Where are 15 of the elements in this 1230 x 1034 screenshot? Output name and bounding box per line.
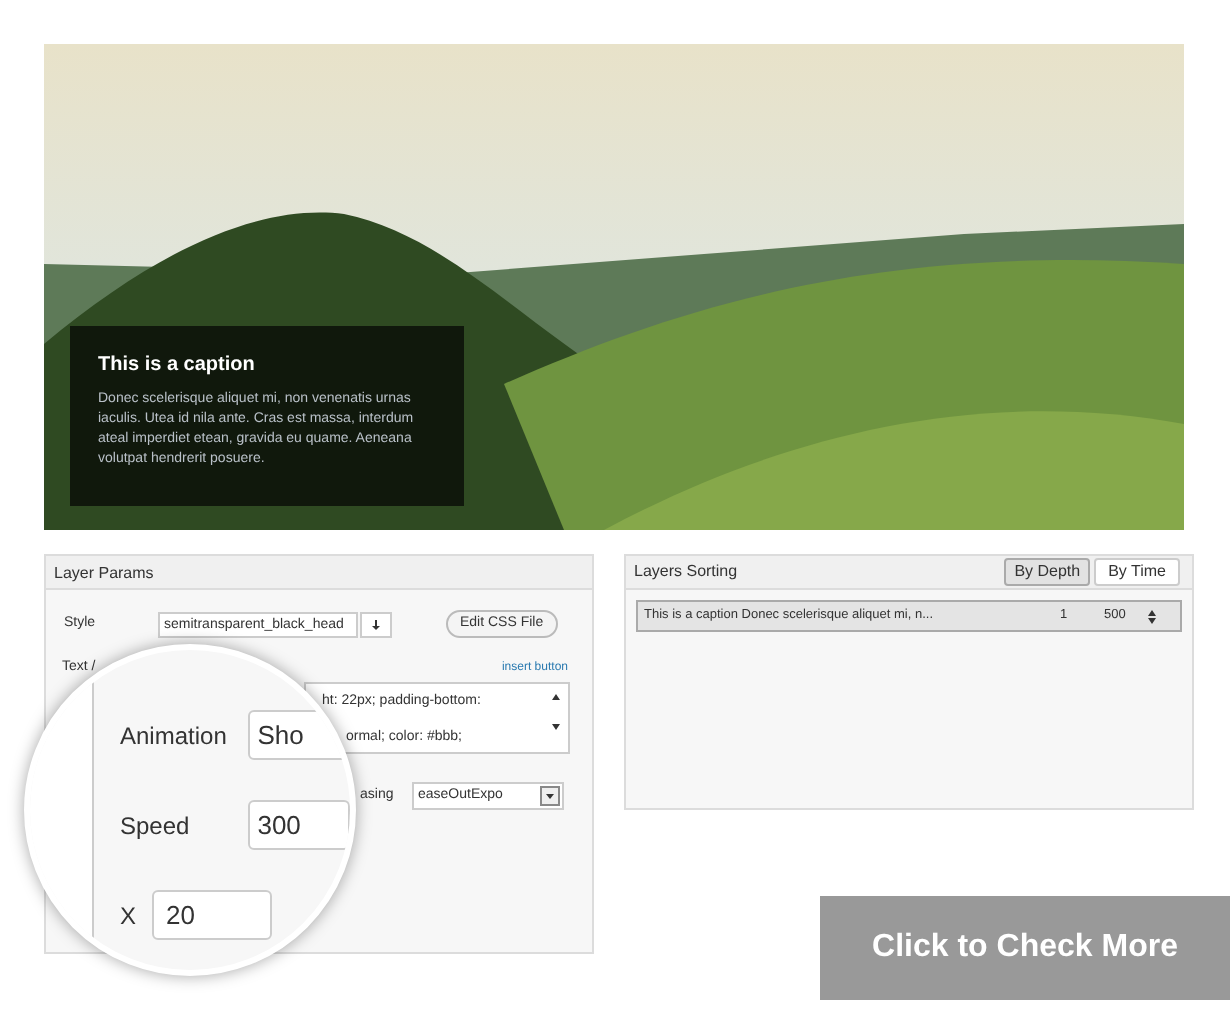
input-field[interactable]: 20: [152, 890, 272, 940]
sort-arrows-icon: [1148, 609, 1156, 623]
field-label: X: [120, 899, 139, 933]
panel-title: Layers Sorting: [634, 560, 738, 584]
field-label: Speed: [120, 809, 192, 843]
input-field[interactable]: 300: [247, 800, 350, 850]
scroll-arrows-icon: [552, 694, 560, 730]
sort-tab[interactable]: By Depth: [1004, 558, 1091, 586]
field-label: Animation: [120, 719, 229, 753]
down-arrow-icon: [372, 619, 380, 629]
caption-title: This is a caption: [98, 352, 257, 380]
dropdown-icon: [540, 786, 560, 806]
panel-title: Layer Params: [46, 556, 592, 590]
sort-tab[interactable]: By Time: [1094, 558, 1180, 586]
dropdown-button[interactable]: [360, 611, 392, 637]
